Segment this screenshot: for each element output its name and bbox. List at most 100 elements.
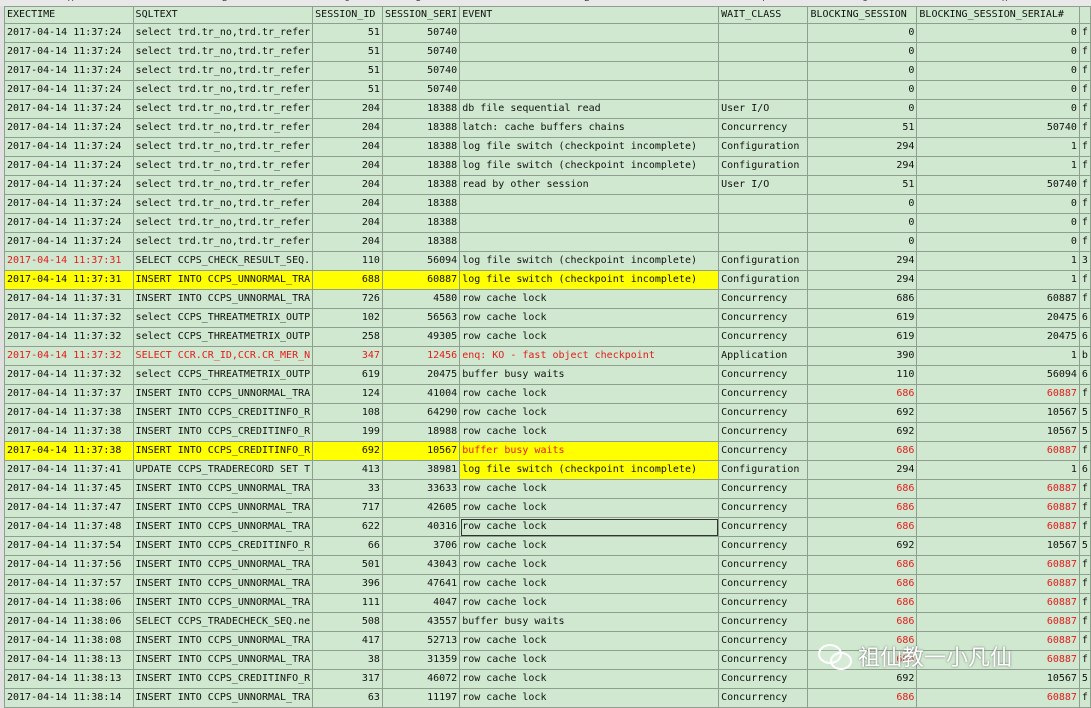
cell-session-serial[interactable]: 41004 [381,384,461,404]
cell-event[interactable]: row cache lock [459,593,720,613]
cell-wait-class[interactable]: Concurrency [718,631,809,651]
cell-extra[interactable]: f [1078,384,1091,404]
cell-session-id[interactable]: 111 [312,593,383,613]
cell-event[interactable] [459,232,720,252]
cell-wait-class[interactable]: Concurrency [718,536,809,556]
cell-session-id[interactable]: 692 [312,441,383,461]
cell-blocking-session[interactable]: 692 [807,422,918,442]
cell-exectime[interactable]: 2017-04-14 11:38:13 [4,650,134,670]
cell-session-id[interactable]: 51 [312,61,383,81]
cell-extra[interactable]: f [1078,650,1091,670]
cell-blocking-serial[interactable]: 20475 [916,308,1080,328]
cell-blocking-session[interactable]: 686 [807,612,918,632]
cell-blocking-serial[interactable]: 0 [916,42,1080,62]
cell-session-id[interactable]: 347 [312,346,383,366]
cell-wait-class[interactable]: Configuration [718,251,809,271]
cell-blocking-session[interactable]: 686 [807,517,918,537]
cell-sqltext[interactable]: select trd.tr_no,trd.tr_refer [132,99,314,119]
cell-blocking-serial[interactable]: 50740 [916,118,1080,138]
cell-blocking-session[interactable]: 0 [807,232,918,252]
cell-session-id[interactable]: 204 [312,156,383,176]
cell-blocking-serial[interactable]: 1 [916,137,1080,157]
cell-session-serial[interactable]: 38981 [381,460,461,480]
cell-extra[interactable]: f [1078,441,1091,461]
cell-sqltext[interactable]: select CCPS_THREATMETRIX_OUTP [132,308,314,328]
cell-session-serial[interactable]: 52713 [381,631,461,651]
cell-extra[interactable]: f [1078,23,1091,43]
cell-session-id[interactable]: 204 [312,175,383,195]
cell-blocking-serial[interactable]: 60887 [916,441,1080,461]
cell-wait-class[interactable]: Concurrency [718,498,809,518]
cell-wait-class[interactable]: Configuration [718,270,809,290]
cell-event[interactable] [459,194,720,214]
cell-event[interactable]: buffer busy waits [459,612,720,632]
cell-blocking-session[interactable]: 0 [807,42,918,62]
cell-exectime[interactable]: 2017-04-14 11:37:24 [4,99,134,119]
cell-event[interactable]: row cache lock [459,536,720,556]
cell-wait-class[interactable]: Concurrency [718,479,809,499]
cell-event[interactable]: log file switch (checkpoint incomplete) [459,251,720,271]
cell-sqltext[interactable]: select trd.tr_no,trd.tr_refer [132,156,314,176]
cell-event[interactable]: row cache lock [459,669,720,689]
cell-session-serial[interactable]: 47641 [381,574,461,594]
cell-extra[interactable]: b [1078,346,1091,366]
cell-sqltext[interactable]: INSERT INTO CCPS_UNNORMAL_TRA [132,498,314,518]
cell-session-serial[interactable]: 18388 [381,118,461,138]
cell-session-serial[interactable]: 50740 [381,80,461,100]
cell-sqltext[interactable]: INSERT INTO CCPS_UNNORMAL_TRA [132,593,314,613]
cell-wait-class[interactable]: User I/O [718,99,809,119]
cell-blocking-serial[interactable]: 1 [916,270,1080,290]
cell-exectime[interactable]: 2017-04-14 11:37:57 [4,574,134,594]
col-letter-d[interactable]: D [416,0,421,4]
cell-session-id[interactable]: 258 [312,327,383,347]
cell-extra[interactable]: 6 [1078,365,1091,385]
cell-wait-class[interactable]: Concurrency [718,441,809,461]
cell-wait-class[interactable] [718,232,809,252]
cell-exectime[interactable]: 2017-04-14 11:37:41 [4,460,134,480]
cell-extra[interactable]: f [1078,289,1091,309]
cell-exectime[interactable]: 2017-04-14 11:37:54 [4,536,134,556]
cell-event[interactable]: row cache lock [459,650,720,670]
cell-extra[interactable]: f [1078,270,1091,290]
cell-blocking-serial[interactable]: 56094 [916,365,1080,385]
cell-session-serial[interactable]: 4047 [381,593,461,613]
cell-blocking-serial[interactable]: 60887 [916,384,1080,404]
cell-blocking-session[interactable]: 686 [807,384,918,404]
header-exectime[interactable]: EXECTIME [4,6,134,24]
cell-session-serial[interactable]: 20475 [381,365,461,385]
cell-exectime[interactable]: 2017-04-14 11:38:06 [4,612,134,632]
cell-blocking-serial[interactable]: 60887 [916,289,1080,309]
cell-session-id[interactable]: 63 [312,688,383,708]
cell-event[interactable]: read by other session [459,175,720,195]
cell-blocking-serial[interactable]: 60887 [916,612,1080,632]
cell-session-id[interactable]: 204 [312,137,383,157]
cell-wait-class[interactable]: Concurrency [718,517,809,537]
cell-blocking-serial[interactable]: 10567 [916,422,1080,442]
cell-exectime[interactable]: 2017-04-14 11:37:31 [4,289,134,309]
cell-blocking-session[interactable]: 0 [807,61,918,81]
cell-sqltext[interactable]: select trd.tr_no,trd.tr_refer [132,23,314,43]
cell-wait-class[interactable]: Concurrency [718,669,809,689]
cell-sqltext[interactable]: INSERT INTO CCPS_UNNORMAL_TRA [132,631,314,651]
cell-session-serial[interactable]: 18388 [381,175,461,195]
cell-blocking-serial[interactable]: 0 [916,232,1080,252]
col-letter-a[interactable]: A [68,0,73,4]
cell-sqltext[interactable]: INSERT INTO CCPS_CREDITINFO_R [132,669,314,689]
cell-blocking-session[interactable]: 692 [807,536,918,556]
cell-wait-class[interactable]: Concurrency [718,422,809,442]
cell-event[interactable]: row cache lock [459,631,720,651]
cell-exectime[interactable]: 2017-04-14 11:37:24 [4,61,134,81]
cell-exectime[interactable]: 2017-04-14 11:37:47 [4,498,134,518]
cell-session-id[interactable]: 110 [312,251,383,271]
cell-event[interactable]: db file sequential read [459,99,720,119]
cell-blocking-serial[interactable]: 0 [916,80,1080,100]
cell-session-serial[interactable]: 4580 [381,289,461,309]
cell-exectime[interactable]: 2017-04-14 11:37:24 [4,118,134,138]
header-blocking-session[interactable]: BLOCKING_SESSION [807,6,918,24]
cell-event[interactable]: log file switch (checkpoint incomplete) [459,156,720,176]
cell-blocking-serial[interactable]: 1 [916,460,1080,480]
cell-blocking-session[interactable]: 692 [807,403,918,423]
cell-session-serial[interactable]: 18388 [381,156,461,176]
cell-wait-class[interactable]: Concurrency [718,308,809,328]
cell-event[interactable]: row cache lock [459,555,720,575]
